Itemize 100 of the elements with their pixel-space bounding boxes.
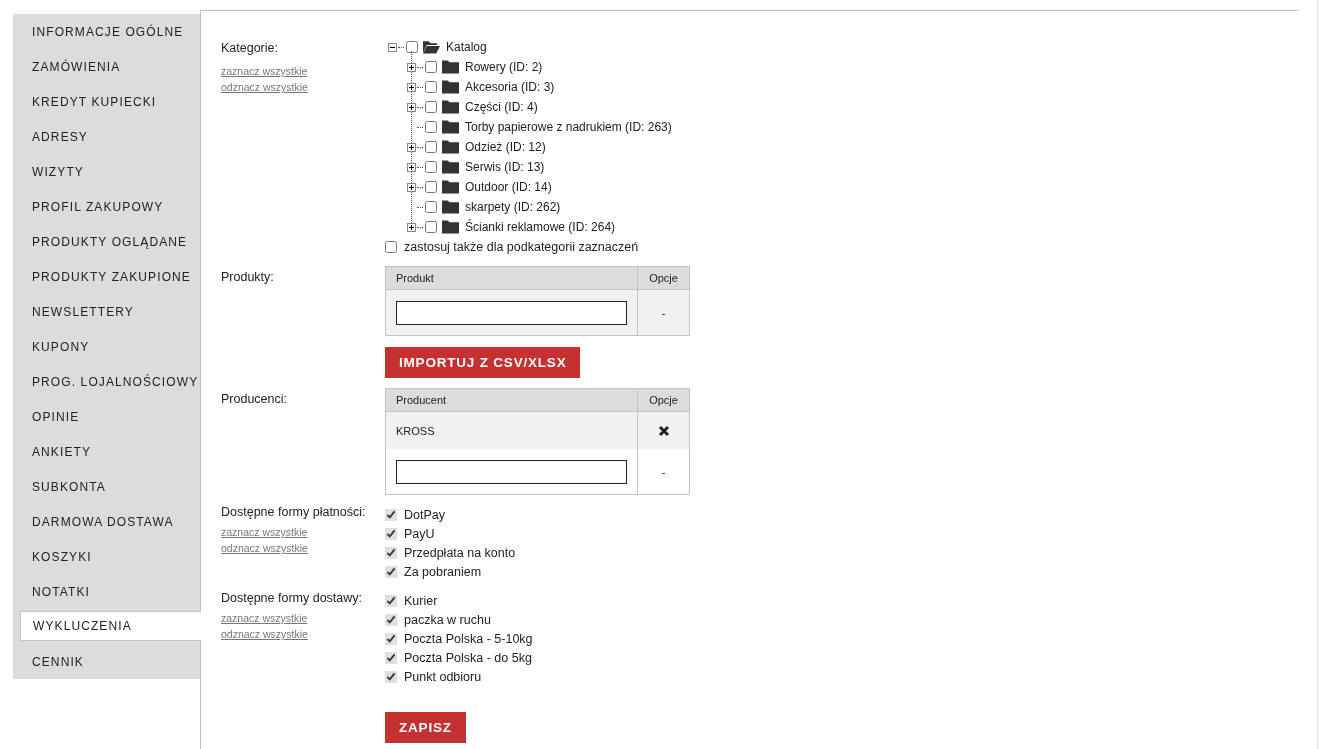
sidebar-item[interactable]: INFORMACJE OGÓLNE	[13, 14, 200, 49]
deselect-all-link[interactable]: odznacz wszystkie	[221, 540, 308, 556]
folder-icon	[442, 120, 459, 134]
select-all-link[interactable]: zaznacz wszystkie	[221, 610, 308, 626]
deselect-all-link[interactable]: odznacz wszystkie	[221, 79, 308, 95]
tree-item-label[interactable]: Torby papierowe z nadrukiem (ID: 263)	[465, 120, 672, 134]
expand-icon[interactable]	[407, 162, 416, 172]
table-cell: -	[661, 465, 666, 478]
sidebar-item[interactable]: PROFIL ZAKUPOWY	[13, 189, 200, 224]
category-checkbox[interactable]	[425, 101, 437, 113]
tree-item-label[interactable]: Odzież (ID: 12)	[465, 140, 546, 154]
table-cell: -	[661, 306, 666, 319]
checkbox[interactable]	[385, 613, 397, 626]
tree-item-label[interactable]: Akcesoria (ID: 3)	[465, 80, 555, 94]
tree-item-label[interactable]: Serwis (ID: 13)	[465, 160, 545, 174]
folder-icon	[442, 200, 459, 214]
field-label: Dostępne formy dostawy:	[221, 591, 363, 605]
sidebar-item[interactable]: KUPONY	[13, 329, 200, 364]
checkbox[interactable]	[385, 508, 397, 521]
folder-icon	[442, 60, 459, 74]
category-checkbox[interactable]	[425, 201, 437, 213]
column-header: Produkt	[385, 266, 638, 290]
checkbox-label: DotPay	[404, 507, 445, 522]
folder-icon	[442, 100, 459, 114]
field-label: Producenci:	[221, 392, 287, 406]
checkbox[interactable]	[385, 546, 397, 559]
folder-icon	[442, 140, 459, 154]
expand-icon[interactable]	[407, 82, 416, 92]
sidebar-item[interactable]: NOTATKI	[13, 574, 200, 609]
sidebar-item[interactable]: KREDYT KUPIECKI	[13, 84, 200, 119]
folder-icon	[442, 160, 459, 174]
import-button[interactable]: IMPORTUJ Z CSV/XLSX	[385, 347, 581, 378]
tree-item-label[interactable]: Ścianki reklamowe (ID: 264)	[465, 220, 616, 234]
checkbox[interactable]	[385, 670, 397, 683]
category-checkbox[interactable]	[425, 221, 437, 233]
category-checkbox[interactable]	[425, 81, 437, 93]
column-header: Opcje	[637, 266, 690, 290]
table-cell: KROSS	[396, 424, 435, 437]
checkbox[interactable]	[385, 527, 397, 540]
category-checkbox[interactable]	[425, 181, 437, 193]
column-header: Opcje	[637, 388, 690, 412]
expand-icon[interactable]	[407, 102, 416, 112]
deselect-all-link[interactable]: odznacz wszystkie	[221, 626, 308, 642]
checkbox[interactable]	[385, 594, 397, 607]
sidebar-item[interactable]: ANKIETY	[13, 434, 200, 469]
category-checkbox[interactable]	[406, 41, 418, 53]
field-label: Kategorie:	[221, 41, 278, 55]
expand-icon[interactable]	[407, 142, 416, 152]
checkbox-label: Poczta Polska - 5-10kg	[404, 631, 533, 646]
checkbox-label: Za pobraniem	[404, 564, 482, 579]
sidebar-item[interactable]: PROG. LOJALNOŚCIOWY	[13, 364, 200, 399]
checkbox-label: Przedpłata na konto	[404, 545, 516, 560]
column-header: Producent	[385, 388, 638, 412]
tree-item-label[interactable]: Rowery (ID: 2)	[465, 60, 543, 74]
collapse-icon[interactable]	[388, 42, 397, 52]
field-label: Dostępne formy płatności:	[221, 505, 366, 519]
sidebar-item[interactable]: DARMOWA DOSTAWA	[13, 504, 200, 539]
sidebar-item[interactable]: KOSZYKI	[13, 539, 200, 574]
category-checkbox[interactable]	[425, 141, 437, 153]
category-checkbox[interactable]	[425, 121, 437, 133]
checkbox-label: zastosuj także dla podkategorii zaznaczeń	[404, 239, 639, 254]
checkbox[interactable]	[385, 565, 397, 578]
tree-item-label[interactable]: Części (ID: 4)	[465, 100, 538, 114]
save-button[interactable]: ZAPISZ	[385, 712, 466, 743]
folder-icon	[423, 40, 440, 54]
sidebar-item[interactable]: WYKLUCZENIA	[20, 611, 201, 641]
sidebar-item[interactable]: CENNIK	[13, 644, 200, 679]
field-label: Produkty:	[221, 270, 274, 284]
sidebar-item[interactable]: NEWSLETTERY	[13, 294, 200, 329]
folder-icon	[442, 180, 459, 194]
tree-item-label[interactable]: Outdoor (ID: 14)	[465, 180, 552, 194]
tree-item-label[interactable]: skarpety (ID: 262)	[465, 200, 561, 214]
checkbox-label: paczka w ruchu	[404, 612, 491, 627]
expand-icon[interactable]	[407, 182, 416, 192]
sidebar-item[interactable]: PRODUKTY OGLĄDANE	[13, 224, 200, 259]
producer-input[interactable]	[396, 459, 627, 484]
checkbox[interactable]	[385, 651, 397, 664]
sidebar-item[interactable]: ZAMÓWIENIA	[13, 49, 200, 84]
sidebar-item[interactable]: OPINIE	[13, 399, 200, 434]
tree-item-label[interactable]: Katalog	[446, 40, 487, 54]
category-checkbox[interactable]	[425, 161, 437, 173]
expand-icon[interactable]	[407, 222, 416, 232]
product-input[interactable]	[396, 300, 627, 325]
checkbox[interactable]	[385, 240, 397, 253]
folder-icon	[442, 80, 459, 94]
category-checkbox[interactable]	[425, 61, 437, 73]
checkbox[interactable]	[385, 632, 397, 645]
sidebar-item[interactable]: ADRESY	[13, 119, 200, 154]
delete-icon[interactable]	[657, 424, 670, 437]
sidebar-item[interactable]: PRODUKTY ZAKUPIONE	[13, 259, 200, 294]
checkbox-label: Poczta Polska - do 5kg	[404, 650, 532, 665]
checkbox-label: PayU	[404, 526, 435, 541]
select-all-link[interactable]: zaznacz wszystkie	[221, 63, 308, 79]
checkbox-label: Kurier	[404, 593, 438, 608]
expand-icon[interactable]	[407, 62, 416, 72]
select-all-link[interactable]: zaznacz wszystkie	[221, 524, 308, 540]
sidebar-item[interactable]: WIZYTY	[13, 154, 200, 189]
folder-icon	[442, 220, 459, 234]
checkbox-label: Punkt odbioru	[404, 669, 482, 684]
sidebar-item[interactable]: SUBKONTA	[13, 469, 200, 504]
